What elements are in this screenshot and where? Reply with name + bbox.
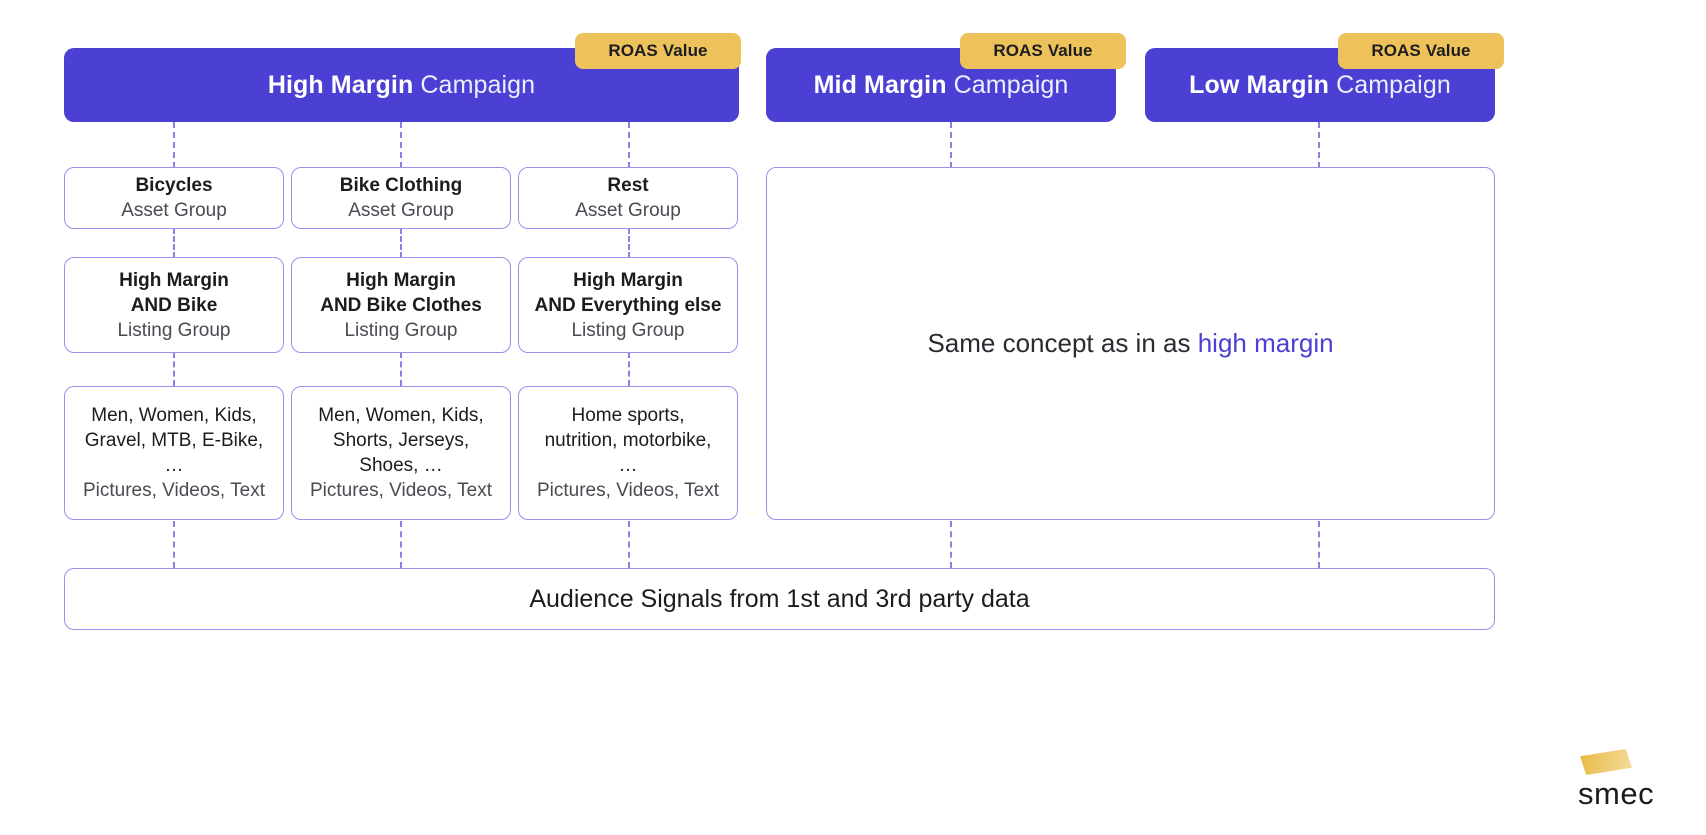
detail-group-line1-1: Men, Women, Kids, bbox=[91, 403, 256, 428]
asset-group-sub-bicycles: Asset Group bbox=[121, 198, 227, 223]
asset-group-box-bike-clothing[interactable]: Bike Clothing Asset Group bbox=[291, 167, 511, 229]
connector-mid-campaign-bottom bbox=[950, 521, 952, 568]
listing-group-line2-1: AND Bike bbox=[131, 293, 218, 318]
asset-group-title-bike-clothing: Bike Clothing bbox=[340, 173, 462, 198]
listing-group-line2-2: AND Bike Clothes bbox=[320, 293, 482, 318]
connector-mid-campaign-top bbox=[950, 122, 952, 168]
smec-logo: smec bbox=[1578, 749, 1670, 811]
detail-group-line2-3: nutrition, motorbike, bbox=[545, 428, 712, 453]
connector-col-3-bottom bbox=[628, 521, 630, 568]
same-concept-highlight-link[interactable]: high margin bbox=[1198, 328, 1334, 358]
connector-col-3-top bbox=[628, 122, 630, 168]
asset-group-title-bicycles: Bicycles bbox=[135, 173, 212, 198]
roas-badge-mid-margin[interactable]: ROAS Value bbox=[960, 33, 1126, 69]
asset-group-box-rest[interactable]: Rest Asset Group bbox=[518, 167, 738, 229]
diagram-canvas: High Margin Campaign ROAS Value Mid Marg… bbox=[0, 0, 1706, 835]
asset-group-title-rest: Rest bbox=[607, 173, 648, 198]
audience-signals-text: Audience Signals from 1st and 3rd party … bbox=[529, 585, 1029, 614]
detail-group-line2-1: Gravel, MTB, E-Bike, bbox=[85, 428, 263, 453]
connector-col-2-low bbox=[400, 352, 402, 386]
campaign-strong-mid-margin: Mid Margin bbox=[814, 71, 947, 99]
smec-wordmark: smec bbox=[1578, 777, 1670, 811]
campaign-light-high-margin: Campaign bbox=[413, 71, 535, 99]
campaign-strong-high-margin: High Margin bbox=[268, 71, 414, 99]
listing-group-box-3[interactable]: High Margin AND Everything else Listing … bbox=[518, 257, 738, 353]
detail-group-line3-2: Shoes, … bbox=[359, 453, 442, 478]
connector-low-campaign-top bbox=[1318, 122, 1320, 168]
campaign-strong-low-margin: Low Margin bbox=[1189, 71, 1329, 99]
connector-col-1-low bbox=[173, 352, 175, 386]
listing-group-sub-1: Listing Group bbox=[117, 318, 230, 343]
roas-badge-high-margin[interactable]: ROAS Value bbox=[575, 33, 741, 69]
connector-col-3-mid bbox=[628, 228, 630, 258]
campaign-label-low-margin: Low Margin Campaign bbox=[1189, 71, 1451, 100]
connector-col-2-mid bbox=[400, 228, 402, 258]
detail-group-sub-1: Pictures, Videos, Text bbox=[83, 478, 265, 503]
listing-group-line1-3: High Margin bbox=[573, 268, 683, 293]
same-concept-text: Same concept as in as high margin bbox=[927, 328, 1333, 359]
detail-group-box-3[interactable]: Home sports, nutrition, motorbike, … Pic… bbox=[518, 386, 738, 520]
connector-col-1-mid bbox=[173, 228, 175, 258]
connector-col-3-low bbox=[628, 352, 630, 386]
asset-group-sub-rest: Asset Group bbox=[575, 198, 681, 223]
connector-col-1-bottom bbox=[173, 521, 175, 568]
detail-group-ellipsis-3: … bbox=[619, 453, 638, 478]
detail-group-line1-3: Home sports, bbox=[572, 403, 685, 428]
detail-group-box-2[interactable]: Men, Women, Kids, Shorts, Jerseys, Shoes… bbox=[291, 386, 511, 520]
campaign-light-mid-margin: Campaign bbox=[947, 71, 1069, 99]
same-concept-prefix: Same concept as in as bbox=[927, 328, 1197, 358]
detail-group-ellipsis-1: … bbox=[165, 453, 184, 478]
campaign-light-low-margin: Campaign bbox=[1329, 71, 1451, 99]
asset-group-sub-bike-clothing: Asset Group bbox=[348, 198, 454, 223]
listing-group-line1-1: High Margin bbox=[119, 268, 229, 293]
roas-badge-low-margin[interactable]: ROAS Value bbox=[1338, 33, 1504, 69]
listing-group-sub-2: Listing Group bbox=[344, 318, 457, 343]
same-concept-panel[interactable]: Same concept as in as high margin bbox=[766, 167, 1495, 520]
connector-col-2-top bbox=[400, 122, 402, 168]
campaign-label-high-margin: High Margin Campaign bbox=[268, 71, 535, 100]
listing-group-box-1[interactable]: High Margin AND Bike Listing Group bbox=[64, 257, 284, 353]
connector-col-1-top bbox=[173, 122, 175, 168]
listing-group-line1-2: High Margin bbox=[346, 268, 456, 293]
smec-parallelogram-icon bbox=[1580, 749, 1632, 775]
detail-group-box-1[interactable]: Men, Women, Kids, Gravel, MTB, E-Bike, …… bbox=[64, 386, 284, 520]
audience-signals-bar[interactable]: Audience Signals from 1st and 3rd party … bbox=[64, 568, 1495, 630]
listing-group-line2-3: AND Everything else bbox=[535, 293, 722, 318]
listing-group-box-2[interactable]: High Margin AND Bike Clothes Listing Gro… bbox=[291, 257, 511, 353]
connector-low-campaign-bottom bbox=[1318, 521, 1320, 568]
campaign-label-mid-margin: Mid Margin Campaign bbox=[814, 71, 1069, 100]
detail-group-line1-2: Men, Women, Kids, bbox=[318, 403, 483, 428]
detail-group-line2-2: Shorts, Jerseys, bbox=[333, 428, 469, 453]
connector-col-2-bottom bbox=[400, 521, 402, 568]
detail-group-sub-2: Pictures, Videos, Text bbox=[310, 478, 492, 503]
listing-group-sub-3: Listing Group bbox=[571, 318, 684, 343]
asset-group-box-bicycles[interactable]: Bicycles Asset Group bbox=[64, 167, 284, 229]
detail-group-sub-3: Pictures, Videos, Text bbox=[537, 478, 719, 503]
